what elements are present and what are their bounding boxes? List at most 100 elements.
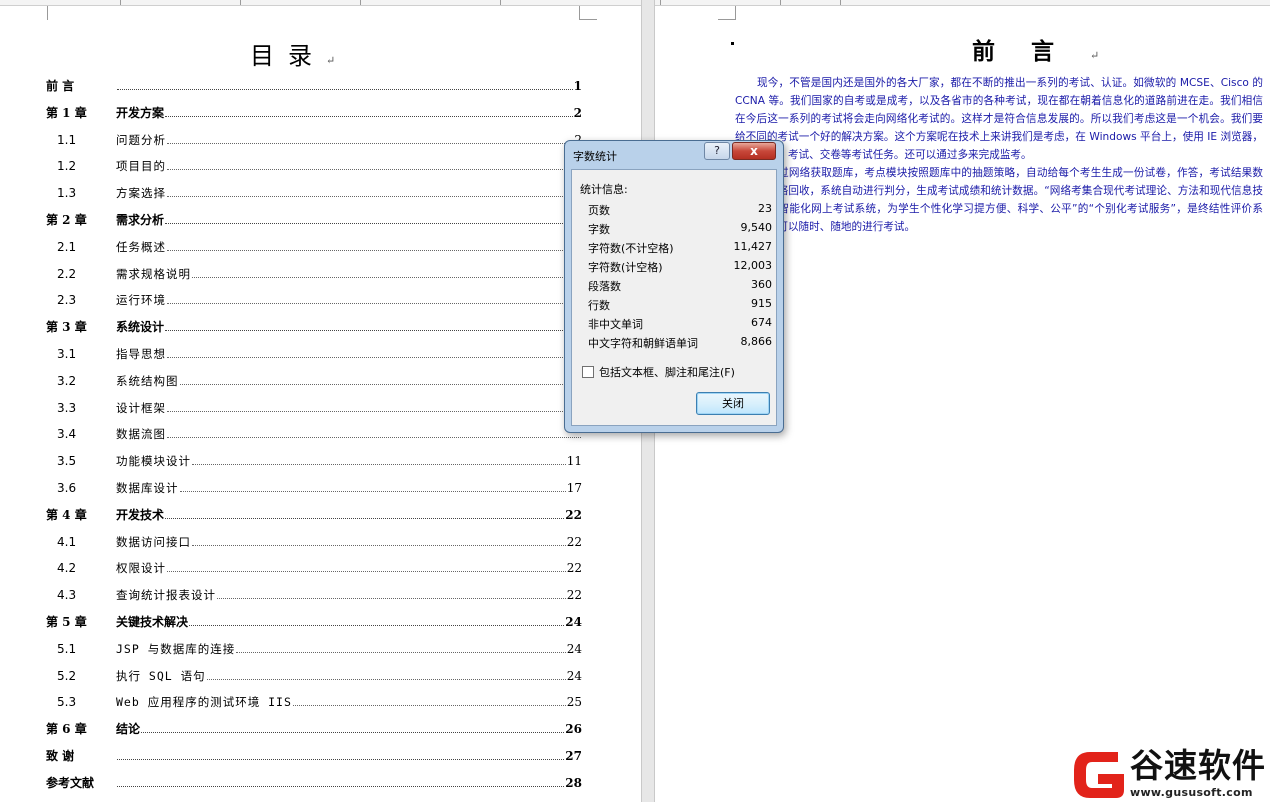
toc-chapter-entry[interactable]: 第 2 章 需求分析 xyxy=(46,207,582,227)
toc-leader-dots xyxy=(189,625,565,626)
toc-leader-dots xyxy=(117,89,573,90)
toc-entry-number: 4.1 xyxy=(57,535,77,549)
toc-entry-number: 3.5 xyxy=(57,454,77,468)
toc-leader-dots xyxy=(179,491,566,492)
toc-entry-number: 前 言 xyxy=(46,79,75,93)
toc-leader-dots xyxy=(165,223,581,224)
toc-entry-label: 关键技术解决 xyxy=(116,615,189,629)
toc-entry-page: 24 xyxy=(566,642,582,656)
toc-section-entry[interactable]: 2.2 需求规格说明 xyxy=(46,261,582,281)
statistic-value: 12,003 xyxy=(733,259,773,272)
statistic-value: 9,540 xyxy=(740,221,773,234)
toc-chapter-entry[interactable]: 致 谢 27 xyxy=(46,743,582,763)
toc-leader-dots xyxy=(167,250,581,251)
toc-leader-dots xyxy=(236,652,566,653)
toc-entry-page: 22 xyxy=(565,508,582,522)
statistic-row: 页数 23 xyxy=(588,200,772,219)
toc-section-entry[interactable]: 2.3 运行环境 xyxy=(46,287,582,307)
margin-corner-mark xyxy=(579,6,597,20)
toc-section-entry[interactable]: 5.3 Web 应用程序的测试环境 IIS 25 xyxy=(46,689,582,709)
toc-section-entry[interactable]: 5.2 执行 SQL 语句 24 xyxy=(46,663,582,683)
toc-leader-dots xyxy=(117,759,565,760)
toc-section-entry[interactable]: 4.2 权限设计 22 xyxy=(46,555,582,575)
toc-chapter-entry[interactable]: 第 6 章 结论 26 xyxy=(46,716,582,736)
toc-leader-dots xyxy=(167,571,566,572)
toc-entry-label: 数据库设计 xyxy=(116,481,179,495)
toc-entry-number: 2.2 xyxy=(57,267,77,281)
logo-brand-text: 谷速软件 xyxy=(1130,746,1266,785)
toc-section-entry[interactable]: 2.1 任务概述 xyxy=(46,234,582,254)
statistic-value: 360 xyxy=(751,278,772,291)
paragraph-mark: ↵ xyxy=(326,54,336,67)
statistic-row: 中文字符和朝鲜语单词 8,866 xyxy=(588,333,772,352)
toc-entry-number: 5.2 xyxy=(57,669,77,683)
toc-entry-number: 2.1 xyxy=(57,240,77,254)
include-textboxes-checkbox[interactable]: 包括文本框、脚注和尾注(F) xyxy=(582,364,735,380)
toc-entry-number: 第 5 章 xyxy=(46,615,87,629)
preface-title-text: 前言 xyxy=(972,38,1090,65)
toc-chapter-entry[interactable]: 前 言 1 xyxy=(46,73,582,93)
toc-chapter-entry[interactable]: 第 3 章 系统设计 xyxy=(46,314,582,334)
toc-entry-label: 需求分析 xyxy=(116,213,165,227)
statistic-label: 页数 xyxy=(588,204,610,217)
toc-entry-label: 方案选择 xyxy=(116,186,166,200)
toc-section-entry[interactable]: 3.4 数据流图 xyxy=(46,421,582,441)
bullet-mark xyxy=(731,42,734,45)
toc-entry-page: 22 xyxy=(566,561,582,575)
toc-leader-dots xyxy=(179,384,581,385)
toc-chapter-entry[interactable]: 第 5 章 关键技术解决 24 xyxy=(46,609,582,629)
statistic-label: 字符数(不计空格) xyxy=(588,242,674,255)
toc-entry-label: 设计框架 xyxy=(116,401,166,415)
help-button[interactable]: ? xyxy=(704,142,730,160)
toc-section-entry[interactable]: 1.2 项目目的 xyxy=(46,153,582,173)
close-icon[interactable]: x xyxy=(732,142,776,160)
toc-section-entry[interactable]: 3.5 功能模块设计 11 xyxy=(46,448,582,468)
statistic-value: 11,427 xyxy=(733,240,773,253)
toc-entry-number: 3.4 xyxy=(57,427,77,441)
paragraph-mark: ↵ xyxy=(1090,49,1100,62)
toc-leader-dots xyxy=(192,277,581,278)
toc-entry-label: 项目目的 xyxy=(116,159,166,173)
checkbox-box[interactable] xyxy=(582,366,594,378)
dialog-titlebar[interactable]: 字数统计 ? x xyxy=(565,141,783,168)
toc-section-entry[interactable]: 1.1问题分析2 xyxy=(46,127,582,147)
toc-entry-page: 26 xyxy=(565,722,582,736)
toc-entry-number: 第 6 章 xyxy=(46,722,87,736)
toc-section-entry[interactable]: 4.1 数据访问接口 22 xyxy=(46,529,582,549)
word-count-dialog[interactable]: 字数统计 ? x 统计信息: 页数 23 字数 9,540 字符数(不计空格) 11,42… xyxy=(564,140,784,433)
toc-chapter-entry[interactable]: 第 4 章 开发技术 22 xyxy=(46,502,582,522)
toc-entry-label: 任务概述 xyxy=(116,240,166,254)
toc-chapter-entry[interactable]: 第 1 章 开发方案 2 xyxy=(46,100,582,120)
toc-entry-label: 需求规格说明 xyxy=(116,267,191,281)
statistic-row: 字符数(不计空格) 11,427 xyxy=(588,238,772,257)
statistic-row: 字符数(计空格) 12,003 xyxy=(588,257,772,276)
toc-section-entry[interactable]: 3.6 数据库设计 17 xyxy=(46,475,582,495)
statistic-label: 中文字符和朝鲜语单词 xyxy=(588,337,698,350)
toc-leader-dots xyxy=(167,411,581,412)
toc-section-entry[interactable]: 3.1 指导思想 xyxy=(46,341,582,361)
toc-entry-page: 22 xyxy=(566,535,582,549)
ruler-tick xyxy=(240,0,241,5)
margin-corner-mark xyxy=(30,6,48,20)
toc-section-entry[interactable]: 3.3 设计框架 xyxy=(46,395,582,415)
toc-leader-dots xyxy=(192,545,566,546)
toc-entry-number: 第 3 章 xyxy=(46,320,87,334)
toc-entry-label: 系统设计 xyxy=(116,320,165,334)
toc-entry-number: 第 1 章 xyxy=(46,106,87,120)
preface-body[interactable]: 现今，不管是国内还是国外的各大厂家，都在不断的推出一系列的考试、认证。如微软的 … xyxy=(735,74,1263,236)
ruler-tick xyxy=(660,0,661,5)
toc-title-text: 目录 xyxy=(250,42,326,70)
toc-leader-dots xyxy=(117,786,565,787)
toc-leader-dots xyxy=(167,169,581,170)
ruler-tick xyxy=(780,0,781,5)
toc-entry-label: 查询统计报表设计 xyxy=(116,588,216,602)
toc-section-entry[interactable]: 4.3 查询统计报表设计 22 xyxy=(46,582,582,602)
toc-entry-page: 24 xyxy=(566,669,582,683)
toc-chapter-entry[interactable]: 参考文献 28 xyxy=(46,770,582,790)
toc-section-entry[interactable]: 5.1 JSP 与数据库的连接 24 xyxy=(46,636,582,656)
toc-entry-label: 结论 xyxy=(116,722,141,736)
close-button[interactable]: 关闭 xyxy=(696,392,770,415)
toc-section-entry[interactable]: 1.3 方案选择 xyxy=(46,180,582,200)
toc-section-entry[interactable]: 3.2 系统结构图 xyxy=(46,368,582,388)
statistic-label: 段落数 xyxy=(588,280,621,293)
